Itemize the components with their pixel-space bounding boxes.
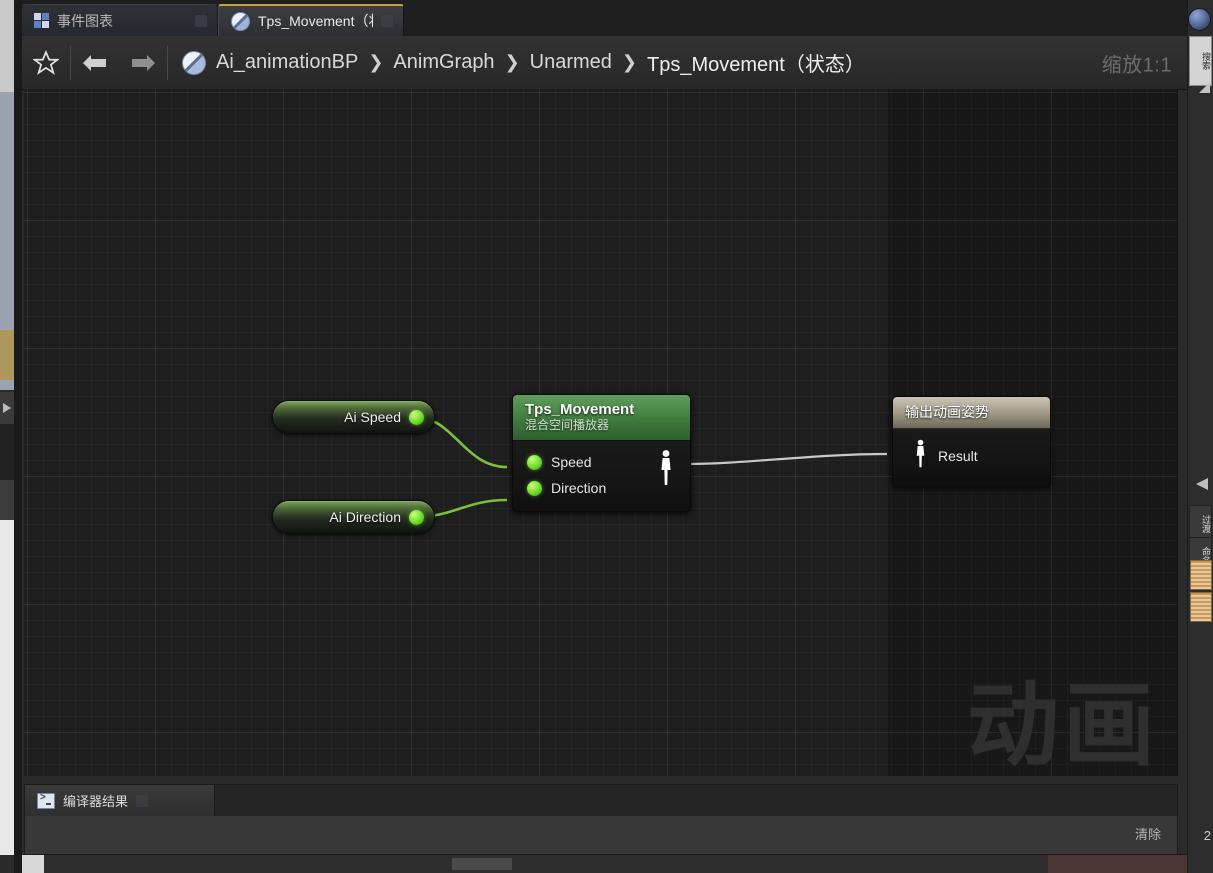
breadcrumb-separator: ❯ [504,52,520,72]
sidebar-list-item[interactable] [1190,592,1212,622]
left-sliver-dark-region [0,424,14,480]
anim-graph-canvas[interactable]: 动画 Ai Speed Ai Direction Tps_Movement 混合… [24,89,1178,776]
humanoid-figure-glyph [916,439,925,468]
input-pin-direction-label: Direction [551,480,607,496]
tab-close-button[interactable] [136,794,149,807]
breadcrumb-item-animgraph[interactable]: AnimGraph [393,51,494,74]
arrow-right-icon [132,54,155,71]
node-ai-speed[interactable]: Ai Speed [272,400,435,434]
tab-close-button[interactable] [195,14,207,27]
left-panel-expand-button[interactable] [0,392,14,424]
sidebar-collapse-button[interactable] [1188,470,1213,498]
breadcrumb-item-unarmed[interactable]: Unarmed [530,51,612,74]
tab-event-graph-label: 事件图表 [57,12,113,29]
node-tps-movement-title: Tps_Movement [525,401,635,418]
clear-button[interactable]: 清除 [1129,821,1167,846]
wire-pose-to-result [686,452,888,466]
grid-four-icon [34,13,49,28]
humanoid-figure-icon[interactable] [658,449,674,492]
node-ai-direction-label: Ai Direction [329,509,401,525]
favorite-button[interactable] [22,36,70,89]
tab-tps-movement-label: Tps_Movement（状 [258,13,373,29]
breadcrumb-item-current[interactable]: Tps_Movement（状态） [647,48,865,77]
compiler-results-body[interactable]: 清除 [25,816,1177,854]
sidebar-list-item[interactable] [1190,560,1212,590]
humanoid-figure-glyph [661,450,671,485]
breadcrumb-item-blueprint[interactable]: Ai_animationBP [216,51,358,74]
tab-compiler-results[interactable]: 编译器结果 [25,785,215,816]
input-pin-speed[interactable] [527,454,542,470]
node-output-animation-pose[interactable]: 输出动画姿势 Result [892,396,1051,487]
status-bar [22,854,1188,873]
status-bar-progress-segment [452,858,512,870]
breadcrumb-separator: ❯ [368,52,384,72]
humanoid-figure-icon[interactable] [913,439,928,472]
unreal-animation-blueprint-editor: 事件图表 Tps_Movement（状 Ai_animationBP ❯ Ani… [0,0,1213,873]
compiler-results-tab-strip: 编译器结果 [25,785,1177,816]
tab-event-graph[interactable]: 事件图表 [22,4,218,36]
left-sliver-highlight-region [0,330,14,380]
breadcrumb-separator: ❯ [621,52,638,72]
status-bar-left-segment [22,855,44,873]
left-window-sliver [0,0,22,873]
node-tps-movement-body: Speed Direction [513,441,690,511]
chevron-right-icon [3,403,11,413]
compiler-results-panel: 编译器结果 清除 [24,784,1178,855]
left-sliver-white-region-2 [0,520,14,855]
forward-button[interactable] [119,36,167,89]
node-tps-movement-header: Tps_Movement 混合空间播放器 [513,395,690,441]
output-pin-ai-direction[interactable] [409,509,424,525]
resize-corner-icon[interactable] [1199,82,1210,93]
no-entry-icon [231,11,250,31]
tab-compiler-results-label: 编译器结果 [63,794,129,809]
star-icon [33,49,59,75]
left-window-edge [14,0,22,873]
result-pin-label: Result [938,447,978,464]
status-bar-right-segment [1048,855,1188,873]
zoom-level-label: 缩放1:1 [1101,54,1172,76]
document-tab-strip: 事件图表 Tps_Movement（状 [22,0,1188,36]
globe-icon[interactable] [1188,8,1211,31]
right-sidebar: 搜索 过渡 命名 2 [1187,0,1213,873]
input-pin-speed-label: Speed [551,454,592,470]
node-output-pose-header: 输出动画姿势 [893,397,1050,429]
sidebar-tab-search[interactable]: 搜索 [1189,36,1212,86]
breadcrumb: Ai_animationBP ❯ AnimGraph ❯ Unarmed ❯ T… [168,48,865,77]
tab-tps-movement[interactable]: Tps_Movement（状 [218,4,404,36]
editor-area: 事件图表 Tps_Movement（状 Ai_animationBP ❯ Ani… [22,0,1188,873]
tab-close-button[interactable] [381,15,393,27]
graph-toolbar: Ai_animationBP ❯ AnimGraph ❯ Unarmed ❯ T… [22,36,1188,90]
node-ai-direction[interactable]: Ai Direction [272,500,435,534]
back-button[interactable] [71,36,119,89]
input-pin-direction[interactable] [527,480,542,496]
node-tps-movement-subtitle: 混合空间播放器 [525,418,610,432]
node-output-pose-title: 输出动画姿势 [905,404,989,420]
node-ai-speed-label: Ai Speed [344,409,401,425]
node-tps-movement[interactable]: Tps_Movement 混合空间播放器 Speed Direction [512,394,691,512]
left-sliver-mid-region [0,480,14,520]
chevron-left-icon [1195,478,1208,490]
console-icon [37,792,55,809]
output-pin-ai-speed[interactable] [409,409,424,425]
no-entry-icon [182,50,206,75]
left-sliver-white-region [0,0,14,92]
arrow-left-icon [83,54,106,71]
sidebar-count-label: 2 [1203,828,1211,843]
node-output-pose-body: Result [893,429,1050,486]
